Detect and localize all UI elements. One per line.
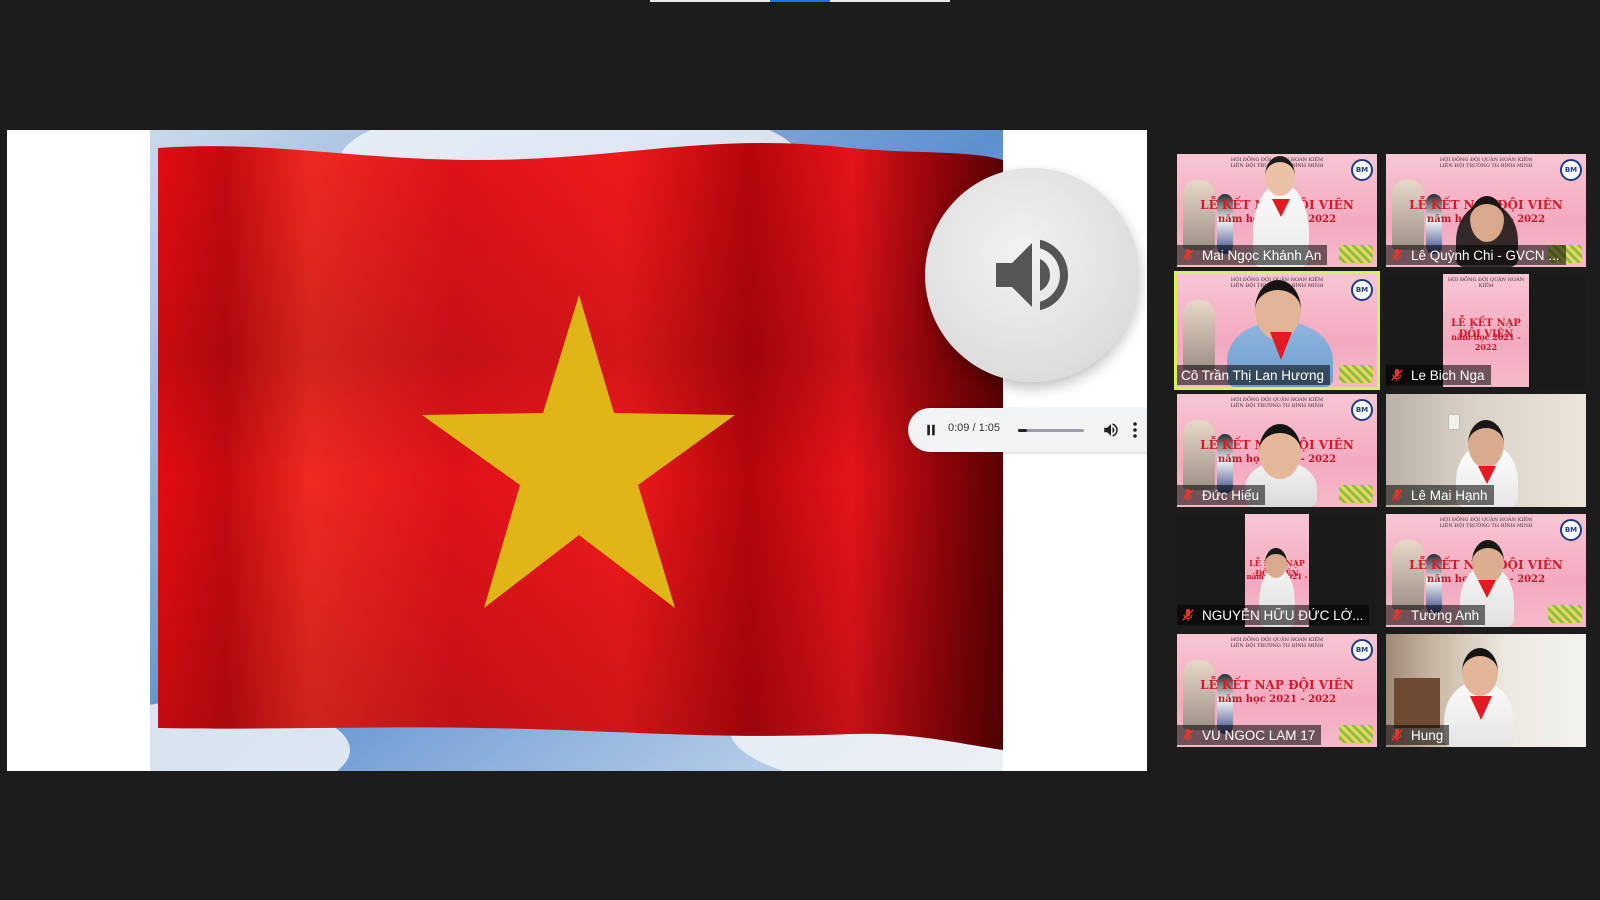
poster-lotus xyxy=(1548,605,1582,623)
poster-logo: BM xyxy=(1351,399,1373,421)
poster-header: HỘI ĐỒNG ĐỘI QUẬN HOÀN KIẾMLIÊN ĐỘI TRƯỜ… xyxy=(1230,397,1324,409)
muted-mic-icon xyxy=(1182,248,1194,262)
poster-subtitle: năm học 2021 - 2022 xyxy=(1451,332,1521,352)
pause-icon[interactable] xyxy=(922,421,940,439)
red-scarf xyxy=(1272,199,1290,217)
audio-seek-slider[interactable] xyxy=(1018,429,1084,432)
vietnam-flag-image xyxy=(150,130,1003,771)
name-plate: VU NGOC LAM 17 xyxy=(1177,725,1322,745)
audio-time: 0:09 / 1:05 xyxy=(948,422,1000,434)
name-plate: Cô Trần Thị Lan Hương xyxy=(1177,365,1330,385)
poster-logo: BM xyxy=(1351,639,1373,661)
participant-name: Lê Mai Hạnh xyxy=(1411,487,1488,503)
muted-mic-icon xyxy=(1391,608,1403,622)
participant-head xyxy=(1255,280,1301,340)
red-scarf xyxy=(1478,580,1496,598)
bookshelf xyxy=(1394,678,1440,728)
name-plate: Le Bich Nga xyxy=(1386,365,1491,385)
name-plate: Tường Anh xyxy=(1386,605,1486,625)
participant-head xyxy=(1462,648,1498,696)
name-plate: Đức Hiếu xyxy=(1177,485,1266,505)
red-scarf xyxy=(1470,696,1492,720)
poster-logo: BM xyxy=(1560,159,1582,181)
muted-mic-icon xyxy=(1391,368,1403,382)
participant-tile[interactable]: HỘI ĐỒNG ĐỘI QUẬN HOÀN KIẾMLIÊN ĐỘI TRƯỜ… xyxy=(1386,514,1586,627)
name-plate: Lê Mai Hạnh xyxy=(1386,485,1494,505)
muted-mic-icon xyxy=(1182,728,1194,742)
participant-tile[interactable]: HỘI ĐỒNG ĐỘI QUẬN HOÀN KIẾMLIÊN ĐỘI TRƯỜ… xyxy=(1177,394,1377,507)
shared-screen: 0:09 / 1:05 xyxy=(7,130,1147,771)
red-scarf xyxy=(1270,332,1292,360)
poster-lotus xyxy=(1339,245,1373,263)
muted-mic-icon xyxy=(1391,728,1403,742)
participant-head xyxy=(1470,196,1504,242)
name-plate: Lê Quỳnh Chi - GVCN ... xyxy=(1386,245,1566,265)
audio-sound-overlay[interactable] xyxy=(925,168,1139,382)
light-switch xyxy=(1448,414,1460,430)
poster-title: LỄ KẾT NẠP ĐỘI VIÊN xyxy=(1200,678,1354,692)
participant-name: Le Bich Nga xyxy=(1411,367,1485,383)
poster-logo: BM xyxy=(1560,519,1582,541)
poster-lotus xyxy=(1339,485,1373,503)
poster-header: HỘI ĐỒNG ĐỘI QUẬN HOÀN KIẾMLIÊN ĐỘI TRƯỜ… xyxy=(1230,637,1324,649)
participant-head xyxy=(1472,540,1504,584)
poster-header: HỘI ĐỒNG ĐỘI QUẬN HOÀN KIẾMLIÊN ĐỘI TRƯỜ… xyxy=(1439,157,1533,169)
poster-logo: BM xyxy=(1351,279,1373,301)
poster-subtitle: năm học 2021 - 2022 xyxy=(1217,694,1337,705)
more-options-icon[interactable] xyxy=(1129,420,1141,440)
audio-seek-progress xyxy=(1018,429,1028,432)
participant-head xyxy=(1265,548,1287,578)
red-scarf xyxy=(1478,466,1496,484)
poster-lotus xyxy=(1339,725,1373,743)
poster-header: HỘI ĐỒNG ĐỘI QUẬN HOÀN KIẾM xyxy=(1447,277,1525,289)
participant-tile[interactable]: HỘI ĐỒNG ĐỘI QUẬN HOÀN KIẾM LỄ KẾT NẠP Đ… xyxy=(1386,274,1586,387)
audio-player: 0:09 / 1:05 xyxy=(908,408,1147,452)
participant-name: NGUYỄN HỮU ĐỨC LỚ... xyxy=(1202,607,1364,623)
participant-name: Tường Anh xyxy=(1411,607,1480,623)
participant-name: Cô Trần Thị Lan Hương xyxy=(1181,367,1324,383)
name-plate: NGUYỄN HỮU ĐỨC LỚ... xyxy=(1177,605,1370,625)
share-toolbar-strip xyxy=(650,0,950,2)
participant-name: Lê Quỳnh Chi - GVCN ... xyxy=(1411,247,1560,263)
participant-head xyxy=(1265,156,1295,196)
participant-tile[interactable]: LỄ KẾT NẠP ĐỘI VIÊN năm học 2021 - 2022 … xyxy=(1177,514,1377,627)
participant-tile-active-speaker[interactable]: HỘI ĐỒNG ĐỘI QUẬN HOÀN KIẾMLIÊN ĐỘI TRƯỜ… xyxy=(1174,271,1380,390)
poster-header: HỘI ĐỒNG ĐỘI QUẬN HOÀN KIẾMLIÊN ĐỘI TRƯỜ… xyxy=(1439,517,1533,529)
muted-mic-icon xyxy=(1182,488,1194,502)
share-toolbar-active-indicator xyxy=(770,0,830,2)
participant-name: Hung xyxy=(1411,727,1444,743)
flag-video xyxy=(150,130,1003,771)
participant-head xyxy=(1468,420,1504,468)
muted-mic-icon xyxy=(1391,488,1403,502)
participant-tile[interactable]: HỘI ĐỒNG ĐỘI QUẬN HOÀN KIẾMLIÊN ĐỘI TRƯỜ… xyxy=(1386,154,1586,267)
poster-logo: BM xyxy=(1351,159,1373,181)
name-plate: Hung xyxy=(1386,725,1450,745)
poster-statue xyxy=(1183,300,1215,370)
muted-mic-icon xyxy=(1182,608,1194,622)
participant-name: Đức Hiếu xyxy=(1202,487,1260,503)
participant-name: VU NGOC LAM 17 xyxy=(1202,727,1316,743)
participant-tile[interactable]: HỘI ĐỒNG ĐỘI QUẬN HOÀN KIẾMLIÊN ĐỘI TRƯỜ… xyxy=(1177,154,1377,267)
participant-name: Mai Ngọc Khánh An xyxy=(1202,247,1322,263)
participant-tile[interactable]: Hung xyxy=(1386,634,1586,747)
participant-head xyxy=(1259,424,1301,479)
participant-tile[interactable]: HỘI ĐỒNG ĐỘI QUẬN HOÀN KIẾMLIÊN ĐỘI TRƯỜ… xyxy=(1177,634,1377,747)
participant-tile[interactable]: Lê Mai Hạnh xyxy=(1386,394,1586,507)
name-plate: Mai Ngọc Khánh An xyxy=(1177,245,1328,265)
muted-mic-icon xyxy=(1391,248,1403,262)
poster-lotus xyxy=(1339,365,1373,383)
volume-icon[interactable] xyxy=(1102,421,1120,439)
speaker-icon xyxy=(996,239,1068,311)
